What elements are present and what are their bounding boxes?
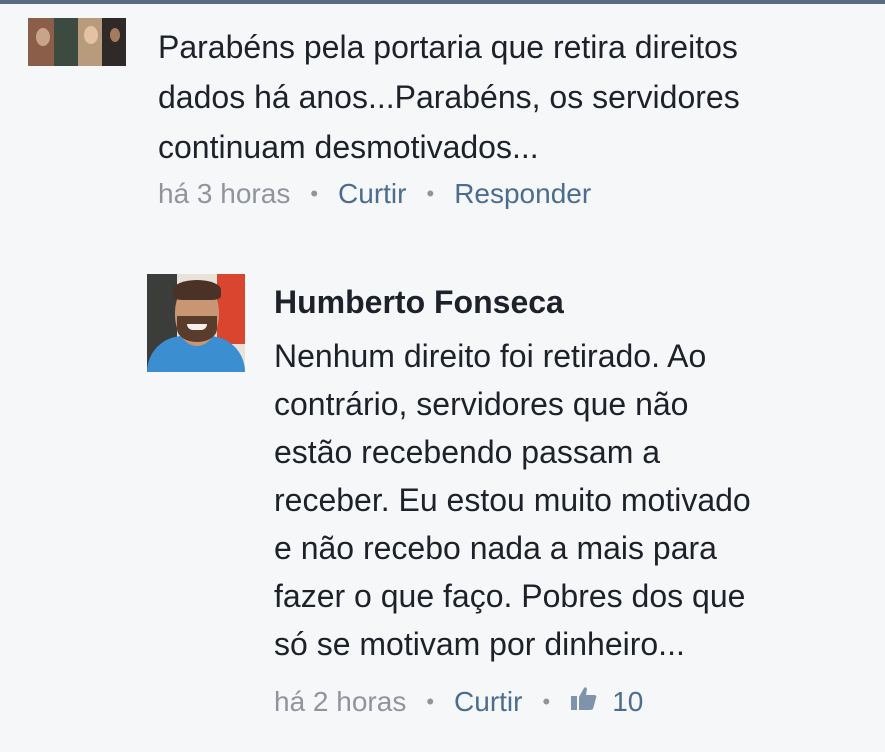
reply-button[interactable]: Responder bbox=[454, 178, 591, 210]
comment-text-line: receber. Eu estou muito motivado bbox=[274, 482, 751, 518]
comment-text-line: contrário, servidores que não bbox=[274, 386, 689, 422]
timestamp[interactable]: há 2 horas bbox=[274, 686, 406, 718]
comment-text-line: Parabéns pela portaria que retira direit… bbox=[158, 29, 738, 65]
like-button[interactable]: Curtir bbox=[454, 686, 522, 718]
comment: Parabéns pela portaria que retira direit… bbox=[158, 22, 858, 172]
comment-text-line: continuam desmotivados... bbox=[158, 129, 539, 165]
comment-text-line: e não recebo nada a mais para bbox=[274, 530, 717, 566]
comment-text-line: fazer o que faço. Pobres dos que bbox=[274, 578, 746, 614]
comment-text-line: Nenhum direito foi retirado. Ao bbox=[274, 338, 707, 374]
reply-comment: Humberto Fonseca Nenhum direito foi reti… bbox=[274, 282, 864, 668]
avatar[interactable] bbox=[28, 18, 126, 66]
timestamp[interactable]: há 3 horas bbox=[158, 178, 290, 210]
thumbs-up-icon bbox=[570, 685, 598, 718]
like-count[interactable]: 10 bbox=[612, 686, 643, 718]
separator: • bbox=[310, 180, 319, 206]
comment-meta: há 2 horas • Curtir • 10 bbox=[274, 684, 643, 718]
avatar[interactable] bbox=[147, 274, 245, 372]
separator: • bbox=[426, 688, 435, 714]
top-border bbox=[0, 0, 885, 4]
comment-meta: há 3 horas • Curtir • Responder bbox=[158, 176, 591, 210]
comment-text: Nenhum direito foi retirado. Ao contrári… bbox=[274, 332, 864, 668]
separator: • bbox=[426, 180, 435, 206]
comment-text-line: dados há anos...Parabéns, os servidores bbox=[158, 79, 740, 115]
separator: • bbox=[542, 688, 551, 714]
author-name[interactable]: Humberto Fonseca bbox=[274, 282, 864, 322]
comment-text: Parabéns pela portaria que retira direit… bbox=[158, 22, 858, 172]
comment-text-line: estão recebendo passam a bbox=[274, 434, 661, 470]
comment-text-line: só se motivam por dinheiro... bbox=[274, 626, 685, 662]
like-button[interactable]: Curtir bbox=[338, 178, 406, 210]
